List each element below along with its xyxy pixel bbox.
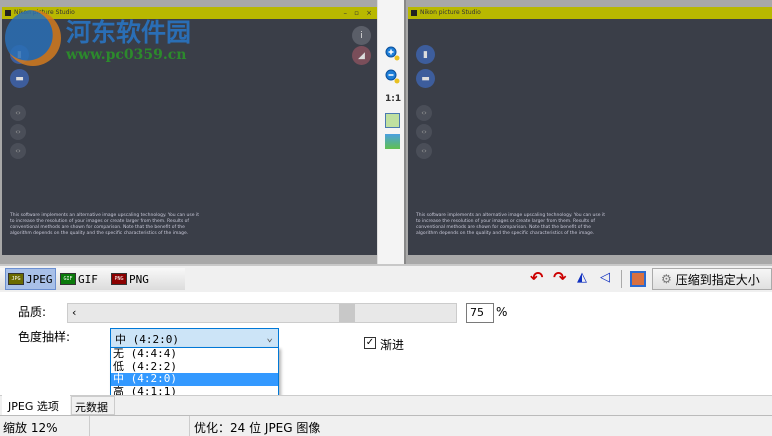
flip-horizontal-icon[interactable]: ◭ xyxy=(577,270,587,285)
tab-jpeg-options[interactable]: JPEG 选项 xyxy=(2,395,70,415)
gear-icon: ⚙ xyxy=(661,272,672,286)
clipboard-icon: ▮ xyxy=(416,45,435,64)
code-icon: ‹› xyxy=(416,105,432,121)
compare-images-icon[interactable] xyxy=(385,134,400,149)
zoom-out-icon[interactable] xyxy=(385,69,400,84)
badge-icon: ◢ xyxy=(352,46,371,65)
slider-thumb[interactable] xyxy=(339,304,355,322)
scroll-left-icon[interactable]: ‹ xyxy=(72,306,76,319)
format-tab-gif[interactable]: GIF GIF xyxy=(60,268,98,290)
format-label: PNG xyxy=(129,272,149,286)
status-info: 优化：24 位 JPEG 图像 xyxy=(194,421,321,435)
dropdown-option[interactable]: 无 (4:4:4) xyxy=(111,347,278,361)
maximize-icon: ▫ xyxy=(354,9,359,17)
zoom-in-icon[interactable] xyxy=(385,46,400,61)
gif-icon: GIF xyxy=(60,273,76,285)
chroma-selected: 中 (4:2:0) xyxy=(115,333,179,346)
right-preview-pane: Nikon picture Studio ▮ ▬ ‹› ‹› ‹› This s… xyxy=(406,0,772,264)
status-bar: 缩放 12% 优化：24 位 JPEG 图像 xyxy=(0,415,772,436)
progressive-checkbox[interactable]: ✓ xyxy=(364,337,376,349)
folder-icon: ▬ xyxy=(10,69,29,88)
dropdown-option[interactable]: 中 (4:2:0) xyxy=(111,372,278,386)
preview-description: This software implements an alternative … xyxy=(10,213,199,236)
tab-metadata[interactable]: 元数据 xyxy=(71,396,115,415)
format-label: GIF xyxy=(78,272,98,286)
chroma-label: 色度抽样: xyxy=(18,330,71,344)
preview-titlebar: Nikon picture Studio xyxy=(408,7,772,19)
rotate-left-icon[interactable]: ↶ xyxy=(530,268,543,287)
quality-slider[interactable]: ‹ xyxy=(67,303,457,323)
fit-image-icon[interactable] xyxy=(385,113,400,128)
watermark-url: www.pc0359.cn xyxy=(66,47,187,63)
flip-vertical-icon[interactable]: ◁ xyxy=(600,270,610,285)
compress-label: 压缩到指定大小 xyxy=(675,272,760,287)
code-icon: ‹› xyxy=(416,124,432,140)
preview-canvas[interactable]: ▮ ▬ ‹› ‹› ‹› This software implements an… xyxy=(408,19,772,255)
folder-icon: ▬ xyxy=(416,69,435,88)
chevron-down-icon: ⌄ xyxy=(266,331,273,344)
left-preview-pane: Nikon picture Studio –▫× ▮ ▬ ‹› ‹› ‹› i … xyxy=(0,0,377,264)
chroma-select[interactable]: 中 (4:2:0) ⌄ xyxy=(110,328,279,348)
options-tabs: JPEG 选项 元数据 xyxy=(0,395,772,415)
compress-to-size-button[interactable]: ⚙ 压缩到指定大小 xyxy=(652,268,772,290)
format-tab-png[interactable]: PNG PNG xyxy=(111,268,149,290)
status-zoom: 缩放 12% xyxy=(3,421,58,435)
format-toolbar: JPG JPEG GIF GIF PNG PNG ↶ ↷ ◭ ◁ ⚙ 压缩到指定大小 xyxy=(0,264,772,292)
watermark-name: 河东软件园 xyxy=(66,18,192,47)
png-icon: PNG xyxy=(111,273,127,285)
code-icon: ‹› xyxy=(10,124,26,140)
code-icon: ‹› xyxy=(416,143,432,159)
code-icon: ‹› xyxy=(10,105,26,121)
quality-unit: % xyxy=(496,305,508,319)
code-icon: ‹› xyxy=(10,143,26,159)
minimize-icon: – xyxy=(343,9,348,17)
preview-canvas[interactable]: ▮ ▬ ‹› ‹› ‹› i ◢ This software implement… xyxy=(2,19,377,255)
view-toolbar: 1:1 xyxy=(377,0,406,264)
actual-size-button[interactable]: 1:1 xyxy=(385,94,401,104)
progressive-label: 渐进 xyxy=(380,338,405,352)
crop-icon[interactable] xyxy=(630,271,646,287)
quality-label: 品质: xyxy=(18,305,47,319)
close-icon: × xyxy=(366,9,372,17)
rotate-right-icon[interactable]: ↷ xyxy=(553,268,566,287)
format-label: JPEG xyxy=(26,272,53,286)
watermark-logo xyxy=(5,10,61,66)
preview-title: Nikon picture Studio xyxy=(420,9,481,16)
format-tab-jpeg[interactable]: JPG JPEG xyxy=(5,268,56,290)
preview-description: This software implements an alternative … xyxy=(416,213,605,236)
jpeg-icon: JPG xyxy=(8,273,24,285)
chroma-dropdown-list: 无 (4:4:4) 低 (4:2:2) 中 (4:2:0) 高 (4:1:1) xyxy=(110,347,279,399)
quality-input[interactable]: 75 xyxy=(466,303,494,323)
info-icon: i xyxy=(352,26,371,45)
